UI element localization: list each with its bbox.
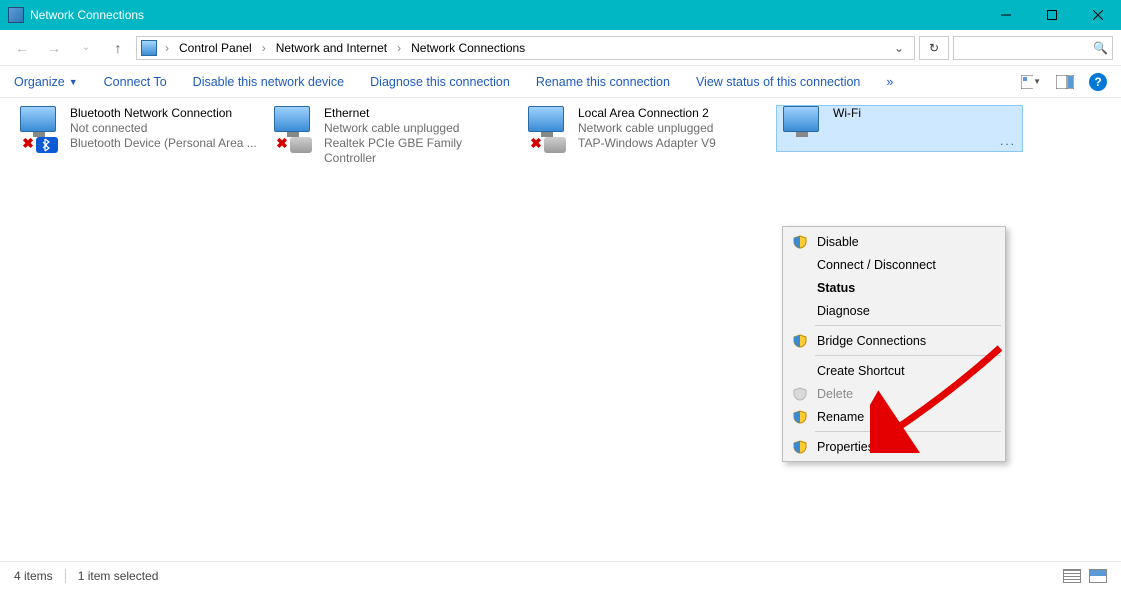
- ctx-disable[interactable]: Disable: [785, 230, 1003, 253]
- refresh-icon: ↻: [929, 41, 939, 55]
- connection-local-area[interactable]: ✖ Local Area Connection 2 Network cable …: [522, 106, 767, 151]
- breadcrumb-control-panel[interactable]: Control Panel: [177, 39, 254, 57]
- ctx-delete: Delete: [785, 382, 1003, 405]
- app-icon: [8, 7, 24, 23]
- maximize-icon: [1047, 10, 1057, 20]
- control-panel-icon: [141, 40, 157, 56]
- connection-status: Network cable unplugged: [578, 121, 716, 136]
- connection-device: Realtek PCIe GBE Family Controller: [324, 136, 513, 166]
- ctx-bridge[interactable]: Bridge Connections: [785, 329, 1003, 352]
- refresh-button[interactable]: ↻: [919, 36, 949, 60]
- minimize-button[interactable]: [983, 0, 1029, 30]
- shield-icon: [793, 440, 807, 454]
- diagnose-button[interactable]: Diagnose this connection: [370, 75, 510, 89]
- ctx-create-shortcut[interactable]: Create Shortcut: [785, 359, 1003, 382]
- address-bar[interactable]: › Control Panel › Network and Internet ›…: [136, 36, 915, 60]
- context-menu: Disable Connect / Disconnect Status Diag…: [782, 226, 1006, 462]
- shield-icon: [793, 410, 807, 424]
- connection-icon: ✖: [522, 106, 570, 151]
- connection-name: Wi-Fi: [833, 106, 861, 121]
- connection-name: Ethernet: [324, 106, 513, 121]
- chevron-down-icon: ▼: [69, 77, 78, 87]
- search-box[interactable]: 🔍: [953, 36, 1113, 60]
- error-x-icon: ✖: [274, 135, 290, 151]
- connection-status: Not connected: [70, 121, 257, 136]
- breadcrumb-network-connections[interactable]: Network Connections: [409, 39, 527, 57]
- ctx-connect-disconnect[interactable]: Connect / Disconnect: [785, 253, 1003, 276]
- recent-dropdown[interactable]: ⌄: [72, 34, 100, 62]
- connection-name: Bluetooth Network Connection: [70, 106, 257, 121]
- large-icons-view-button[interactable]: [1089, 569, 1107, 583]
- up-button[interactable]: ↑: [104, 34, 132, 62]
- connection-ethernet[interactable]: ✖ Ethernet Network cable unplugged Realt…: [268, 106, 513, 151]
- connection-bluetooth[interactable]: ✖ Bluetooth Network Connection Not conne…: [14, 106, 259, 151]
- nav-row: ← → ⌄ ↑ › Control Panel › Network and In…: [0, 30, 1121, 66]
- content-area: ✖ Bluetooth Network Connection Not conne…: [0, 98, 1121, 558]
- close-icon: [1093, 10, 1103, 20]
- address-dropdown[interactable]: ⌄: [888, 41, 910, 55]
- connection-icon: ✖: [268, 106, 316, 151]
- view-status-button[interactable]: View status of this connection: [696, 75, 860, 89]
- preview-pane-button[interactable]: [1055, 72, 1075, 92]
- ethernet-plug-icon: [544, 137, 566, 153]
- connection-status: Network cable unplugged: [324, 121, 513, 136]
- item-count: 4 items: [14, 569, 53, 583]
- ctx-diagnose[interactable]: Diagnose: [785, 299, 1003, 322]
- rename-button[interactable]: Rename this connection: [536, 75, 670, 89]
- ethernet-plug-icon: [290, 137, 312, 153]
- error-x-icon: ✖: [528, 135, 544, 151]
- selected-count: 1 item selected: [78, 569, 159, 583]
- connection-device: ...: [1000, 134, 1016, 149]
- search-icon: 🔍: [1093, 41, 1108, 55]
- titlebar: Network Connections: [0, 0, 1121, 30]
- close-button[interactable]: [1075, 0, 1121, 30]
- chevron-right-icon: ›: [393, 41, 405, 55]
- search-input[interactable]: [954, 37, 1112, 59]
- error-x-icon: ✖: [20, 135, 36, 151]
- window-title: Network Connections: [30, 8, 983, 22]
- change-view-button[interactable]: ▼: [1021, 72, 1041, 92]
- shield-icon: [793, 334, 807, 348]
- ctx-rename[interactable]: Rename: [785, 405, 1003, 428]
- connection-name: Local Area Connection 2: [578, 106, 716, 121]
- status-divider: [65, 569, 66, 583]
- connection-device: Bluetooth Device (Personal Area ...: [70, 136, 257, 151]
- ctx-status[interactable]: Status: [785, 276, 1003, 299]
- back-button[interactable]: ←: [8, 34, 36, 62]
- preview-pane-icon: [1056, 75, 1074, 89]
- breadcrumb-network-internet[interactable]: Network and Internet: [274, 39, 389, 57]
- connection-wifi[interactable]: Wi-Fi ...: [777, 106, 1022, 151]
- ctx-properties[interactable]: Properties: [785, 435, 1003, 458]
- maximize-button[interactable]: [1029, 0, 1075, 30]
- status-bar: 4 items 1 item selected: [0, 561, 1121, 589]
- shield-icon: [793, 235, 807, 249]
- bluetooth-icon: [36, 137, 58, 153]
- forward-button[interactable]: →: [40, 34, 68, 62]
- menu-separator: [815, 325, 1001, 326]
- organize-label: Organize: [14, 75, 65, 89]
- command-bar: Organize ▼ Connect To Disable this netwo…: [0, 66, 1121, 98]
- chevron-right-icon: ›: [161, 41, 173, 55]
- organize-menu[interactable]: Organize ▼: [14, 75, 78, 89]
- chevron-right-icon: ›: [258, 41, 270, 55]
- details-view-button[interactable]: [1063, 569, 1081, 583]
- connect-to-button[interactable]: Connect To: [104, 75, 167, 89]
- view-icon: [1021, 75, 1033, 89]
- shield-icon: [793, 387, 807, 401]
- help-button[interactable]: ?: [1089, 73, 1107, 91]
- menu-separator: [815, 355, 1001, 356]
- menu-separator: [815, 431, 1001, 432]
- connection-device: TAP-Windows Adapter V9: [578, 136, 716, 151]
- minimize-icon: [1001, 10, 1011, 20]
- disable-device-button[interactable]: Disable this network device: [193, 75, 344, 89]
- connection-icon: ✖: [14, 106, 62, 151]
- toolbar-overflow[interactable]: »: [886, 75, 893, 89]
- chevron-down-icon: ▼: [1033, 77, 1041, 86]
- connection-icon: [777, 106, 825, 151]
